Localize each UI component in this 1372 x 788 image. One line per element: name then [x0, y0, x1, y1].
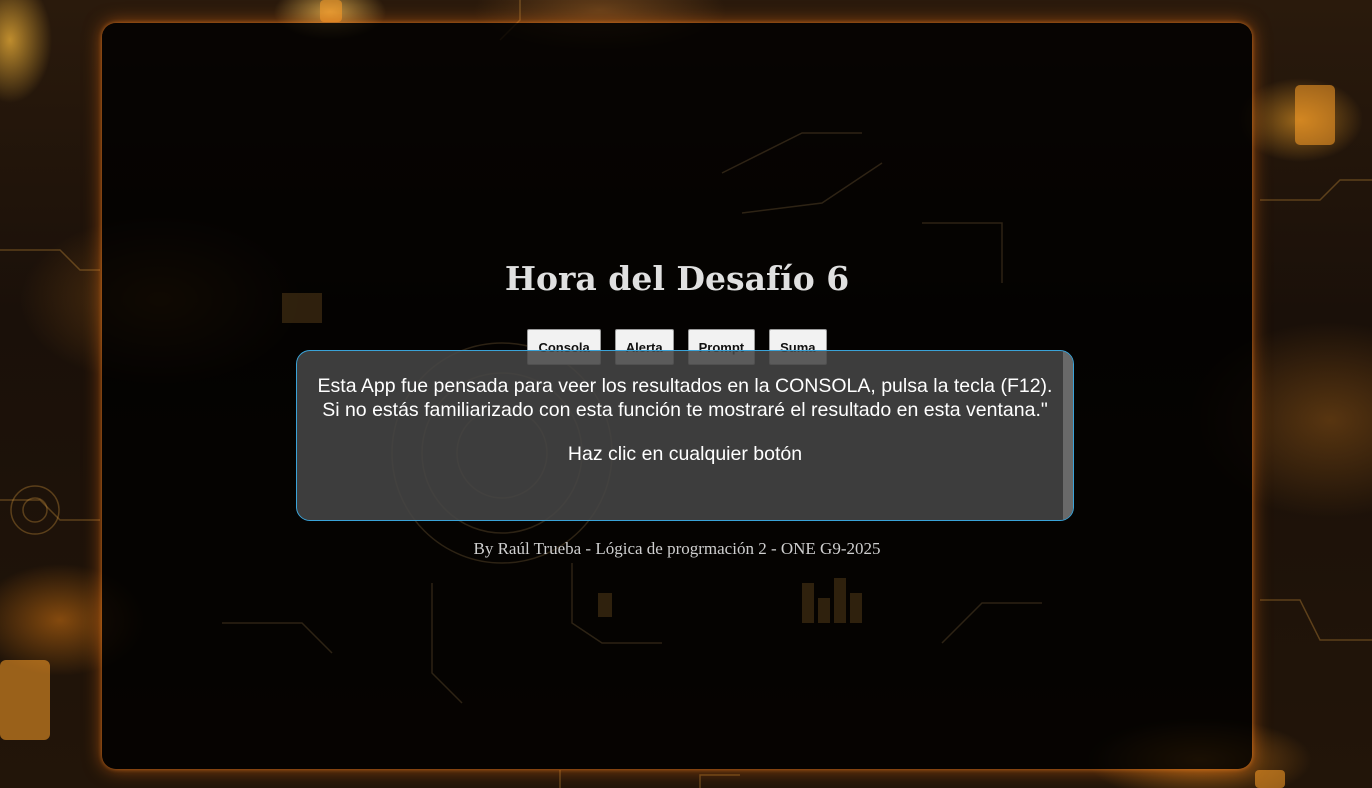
- output-line-3: Haz clic en cualquier botón: [567, 443, 803, 465]
- output-line-2: Si no estás familiarizado con esta funci…: [322, 399, 1048, 421]
- footer-credit: By Raúl Trueba - Lógica de progrmación 2…: [473, 539, 881, 558]
- output-scrollbar[interactable]: [1063, 351, 1073, 520]
- output-line-1: Esta App fue pensada para veer los resul…: [317, 375, 1053, 397]
- main-container: Hora del Desafío 6 Consola Alerta Prompt…: [102, 23, 1252, 769]
- output-panel[interactable]: Esta App fue pensada para veer los resul…: [296, 350, 1074, 521]
- page-title: Hora del Desafío 6: [504, 259, 850, 298]
